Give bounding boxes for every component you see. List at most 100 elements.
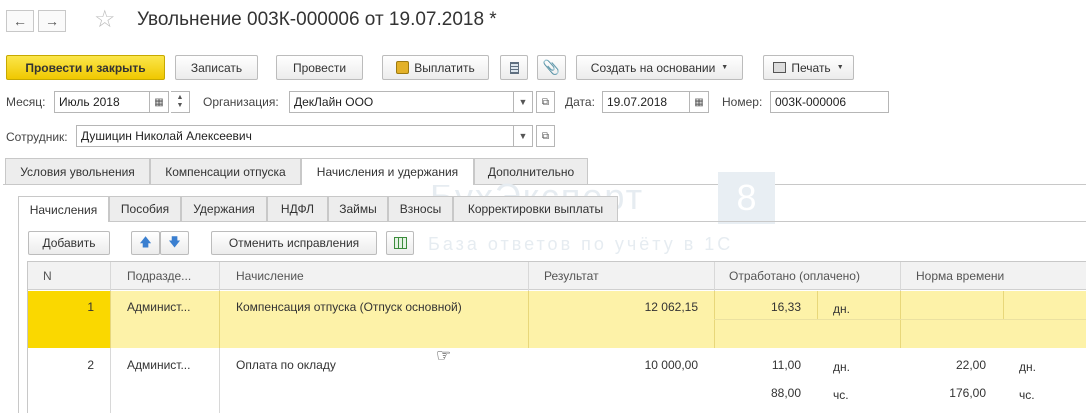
column-header-department[interactable]: Подразде... xyxy=(127,262,191,290)
subtab-deductions[interactable]: Удержания xyxy=(181,196,267,221)
open-icon: ⧉ xyxy=(541,130,550,142)
tab-vacation-compensation[interactable]: Компенсации отпуска xyxy=(150,158,301,184)
column-header-norm[interactable]: Норма времени xyxy=(916,262,1004,290)
arrow-right-icon: → xyxy=(45,13,59,29)
create-based-on-button[interactable]: Создать на основании ▼ xyxy=(576,55,743,80)
post-button[interactable]: Провести xyxy=(276,55,363,80)
post-and-close-label: Провести и закрыть xyxy=(25,60,146,75)
save-label: Записать xyxy=(190,60,243,75)
pay-button[interactable]: Выплатить xyxy=(382,55,489,80)
calendar-icon: ▦ xyxy=(694,96,704,108)
tab-accruals-deductions[interactable]: Начисления и удержания xyxy=(301,158,474,185)
row-1-department: Админист... xyxy=(127,300,191,314)
organization-label: Организация: xyxy=(203,95,279,109)
subtab-label: Пособия xyxy=(120,202,170,216)
print-label: Печать xyxy=(791,60,831,75)
accruals-table[interactable]: N Подразде... Начисление Результат Отраб… xyxy=(27,261,1086,413)
row-2-accrual: Оплата по окладу xyxy=(236,358,336,372)
open-icon: ⧉ xyxy=(541,96,550,108)
row-2-worked: 11,00 xyxy=(771,358,801,372)
column-header-accrual[interactable]: Начисление xyxy=(236,262,304,290)
move-up-button[interactable]: 🡅 xyxy=(131,231,160,255)
month-stepper[interactable]: ▲ ▼ xyxy=(171,91,190,113)
forward-button[interactable]: → xyxy=(38,10,66,32)
column-divider xyxy=(817,291,818,319)
month-calendar-button[interactable]: ▦ xyxy=(150,91,169,113)
subtab-benefits[interactable]: Пособия xyxy=(109,196,181,221)
subtab-label: НДФЛ xyxy=(280,202,315,216)
subtab-contributions[interactable]: Взносы xyxy=(388,196,453,221)
watermark-tagline: База ответов по учёту в 1С xyxy=(428,234,734,254)
tab-dismissal-conditions[interactable]: Условия увольнения xyxy=(5,158,150,184)
back-button[interactable]: ← xyxy=(6,10,34,32)
column-header-result[interactable]: Результат xyxy=(544,262,599,290)
employee-open-button[interactable]: ⧉ xyxy=(536,125,555,147)
subtab-loans[interactable]: Займы xyxy=(328,196,388,221)
watermark-version: 8 xyxy=(718,172,775,224)
number-field[interactable]: 003К-000006 xyxy=(770,91,889,113)
arrow-down-icon: 🡇 xyxy=(168,234,181,249)
column-divider xyxy=(110,291,111,348)
subtab-label: Взносы xyxy=(399,202,442,216)
subtab-label: Начисления xyxy=(29,202,98,217)
paperclip-icon: 📎 xyxy=(542,59,561,75)
document-list-button[interactable] xyxy=(500,55,528,80)
save-button[interactable]: Записать xyxy=(175,55,258,80)
column-header-n[interactable]: N xyxy=(43,262,52,290)
chevron-down-icon: ▼ xyxy=(721,64,729,71)
document-title: Увольнение 003К-000006 от 19.07.2018 * xyxy=(137,9,497,30)
column-header-worked[interactable]: Отработано (оплачено) xyxy=(729,262,860,290)
employee-field[interactable]: Душицин Николай Алексеевич xyxy=(76,125,514,147)
create-based-on-label: Создать на основании xyxy=(590,60,716,75)
document-list-icon xyxy=(509,61,519,74)
undo-corrections-label: Отменить исправления xyxy=(228,236,360,250)
row-1-worked: 16,33 xyxy=(770,300,801,314)
row-2-norm: 22,00 xyxy=(955,358,986,372)
month-label: Месяц: xyxy=(6,95,46,109)
subtab-label: Удержания xyxy=(193,202,255,216)
tab-label: Начисления и удержания xyxy=(316,165,459,179)
row-2-worked-unit: дн. xyxy=(833,360,850,374)
hand-cursor-icon: ☞ xyxy=(436,346,452,365)
employee-value: Душицин Николай Алексеевич xyxy=(81,129,252,143)
chevron-down-icon: ▼ xyxy=(518,131,528,141)
organization-open-button[interactable]: ⧉ xyxy=(536,91,555,113)
pay-label: Выплатить xyxy=(414,60,475,75)
table-header: N Подразде... Начисление Результат Отраб… xyxy=(28,262,1086,290)
month-field[interactable]: Июль 2018 xyxy=(54,91,150,113)
move-down-button[interactable]: 🡇 xyxy=(160,231,189,255)
add-row-label: Добавить xyxy=(42,236,96,250)
subtab-payment-adjustments[interactable]: Корректировки выплаты xyxy=(453,196,618,221)
date-label: Дата: xyxy=(565,95,595,109)
row-1-result: 12 062,15 xyxy=(644,300,698,314)
organization-field[interactable]: ДекЛайн ООО xyxy=(289,91,514,113)
number-value: 003К-000006 xyxy=(775,95,847,109)
favorite-star-icon[interactable]: ☆ xyxy=(94,6,116,34)
organization-value: ДекЛайн ООО xyxy=(294,95,374,109)
attachment-button[interactable]: 📎 xyxy=(537,55,566,80)
column-divider xyxy=(219,291,220,348)
arrow-up-icon: 🡅 xyxy=(139,234,152,249)
subtab-ndfl[interactable]: НДФЛ xyxy=(267,196,328,221)
date-calendar-button[interactable]: ▦ xyxy=(690,91,709,113)
date-field[interactable]: 19.07.2018 xyxy=(602,91,690,113)
undo-corrections-button[interactable]: Отменить исправления xyxy=(211,231,377,255)
column-divider xyxy=(1003,291,1004,319)
column-divider xyxy=(528,291,529,348)
row-2-department: Админист... xyxy=(127,358,191,372)
row-2-norm-hours-unit: чс. xyxy=(1019,388,1035,402)
tab-label: Условия увольнения xyxy=(20,164,135,179)
calendar-icon: ▦ xyxy=(154,96,164,108)
month-value: Июль 2018 xyxy=(59,95,120,109)
add-row-button[interactable]: Добавить xyxy=(28,231,110,255)
subtab-label: Займы xyxy=(339,202,377,216)
chevron-down-icon: ▼ xyxy=(836,64,844,71)
print-button[interactable]: Печать ▼ xyxy=(763,55,854,80)
row-2-norm-unit: дн. xyxy=(1019,360,1036,374)
post-and-close-button[interactable]: Провести и закрыть xyxy=(6,55,165,80)
organization-dropdown-button[interactable]: ▼ xyxy=(514,91,533,113)
row-1-accrual: Компенсация отпуска (Отпуск основной) xyxy=(236,300,462,314)
employee-dropdown-button[interactable]: ▼ xyxy=(514,125,533,147)
subtab-accruals[interactable]: Начисления xyxy=(18,196,109,222)
table-settings-button[interactable] xyxy=(386,231,414,255)
